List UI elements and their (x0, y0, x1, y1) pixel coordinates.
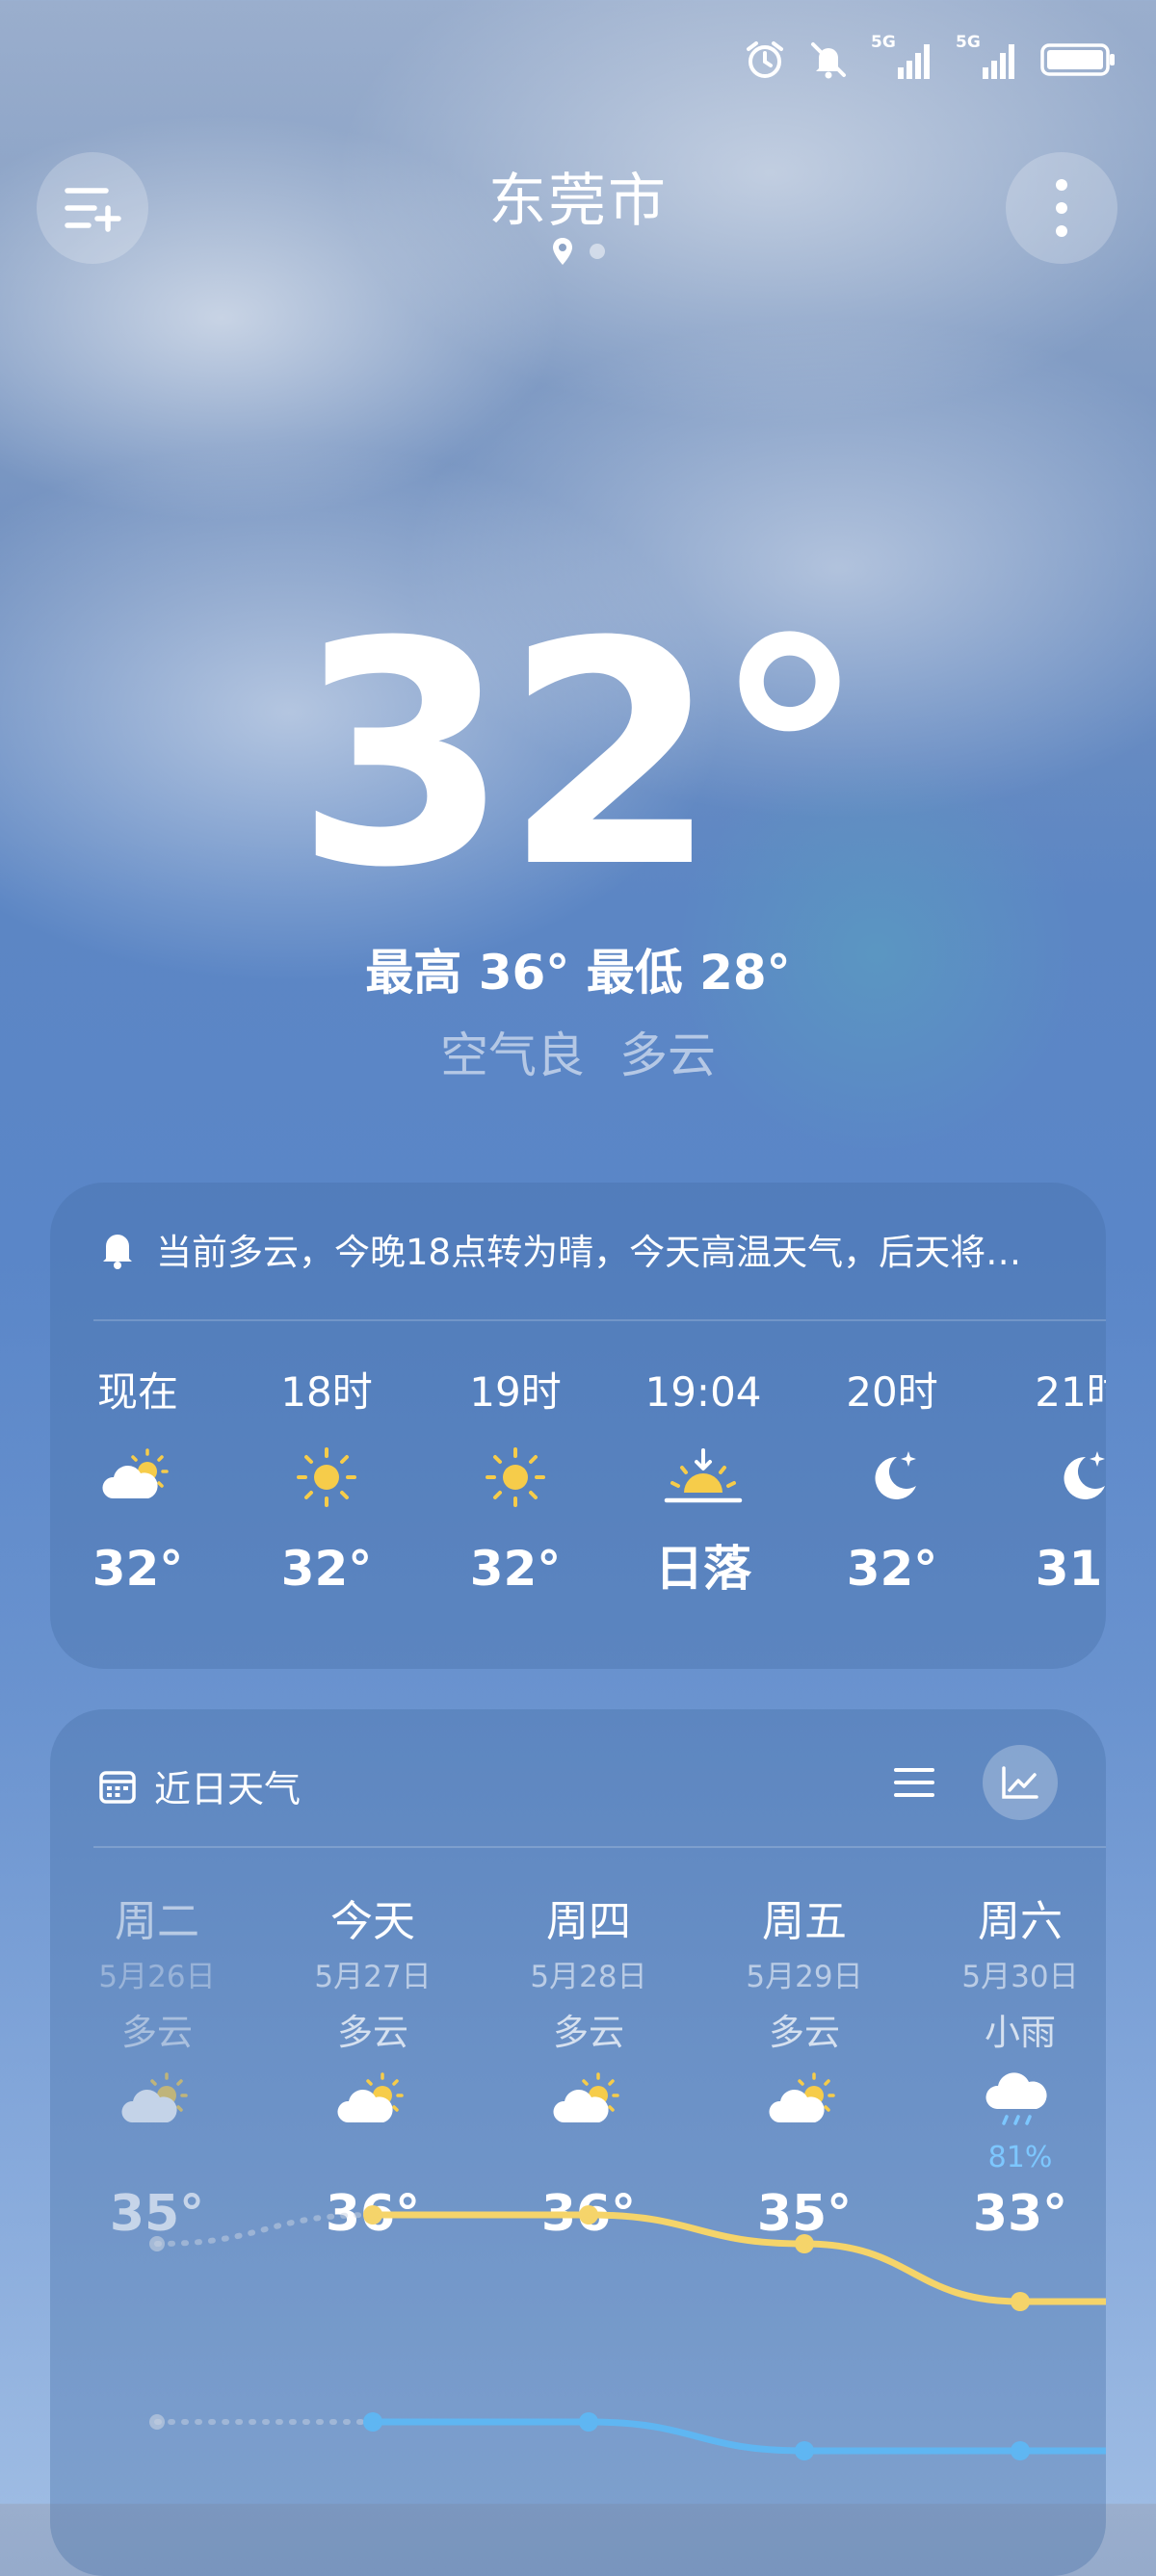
low-temp-curve-line (369, 2418, 1106, 2455)
divider (93, 1319, 1106, 1321)
partly-cloudy-icon (102, 1448, 169, 1498)
city-name[interactable]: 东莞市 (0, 154, 1156, 238)
high-temp-curve-point (149, 2236, 165, 2251)
hour-label: 19:04 (644, 1368, 762, 1416)
alert-text: 当前多云，今晚18点转为晴，今天高温天气，后天将… (156, 1232, 1022, 1273)
low-temp-curve-point (795, 2441, 814, 2460)
moon-icon (1064, 1451, 1105, 1499)
hourly-forecast-card: 当前多云，今晚18点转为晴，今天高温天气，后天将… 现在 32° 18时 32°… (50, 1183, 1106, 1669)
mute-bell-icon (811, 42, 846, 79)
hour-label: 21时 (1035, 1368, 1106, 1416)
low-temp-curve-point (579, 2412, 598, 2432)
sun-icon (486, 1447, 545, 1507)
hour-temperature: 32° (280, 1541, 373, 1597)
high-low-temperature: 最高 36° 最低 28° (365, 945, 791, 1001)
signal-5g-icon-2: 5G (956, 33, 1019, 81)
low-temp-curve-point (149, 2414, 165, 2430)
high-temp-curve-line (369, 2211, 1106, 2305)
hour-temperature: 32° (469, 1541, 562, 1597)
bell-icon (103, 1235, 132, 1269)
hour-temperature: 32° (92, 1541, 184, 1597)
hour-temperature: 31° (1035, 1541, 1106, 1597)
daily-forecast-card: 近日天气 周二 5月26日 多云 35° 今天 5月27日 多云 36° 周四 … (50, 1709, 1106, 2576)
hour-label: 现在 (96, 1368, 178, 1416)
location-pin-icon (553, 238, 572, 265)
status-bar: 5G 5G (744, 33, 1117, 81)
page-indicator (0, 237, 1156, 266)
low-temp-curve-point (1011, 2441, 1030, 2460)
high-temp-curve-point (579, 2205, 598, 2225)
sunset-icon (664, 1448, 743, 1503)
signal-5g-icon: 5G (871, 33, 934, 81)
high-temp-curve-point (1011, 2292, 1030, 2311)
air-quality-condition[interactable]: 空气良 多云 (0, 1017, 1156, 1086)
sun-icon (297, 1447, 356, 1507)
hour-item[interactable]: 20时 32° (815, 1366, 969, 1602)
page-dot (590, 244, 605, 259)
hour-item[interactable]: 21时 31° (1004, 1366, 1106, 1602)
low-temp-curve-point (363, 2412, 382, 2432)
hour-label: 18时 (280, 1368, 373, 1416)
hour-label: 20时 (846, 1368, 938, 1416)
hour-item[interactable]: 18时 32° (250, 1366, 404, 1602)
hour-item[interactable]: 19:04 日落 (626, 1366, 780, 1602)
high-temp-curve-point (795, 2234, 814, 2253)
hour-temperature: 32° (846, 1541, 938, 1597)
battery-icon (1040, 43, 1115, 76)
hour-item[interactable]: 19时 32° (438, 1366, 592, 1602)
high-temp-curve-point (363, 2205, 382, 2225)
high-temp-curve-past-segment (154, 2212, 376, 2247)
alarm-icon (747, 41, 783, 78)
sunset-label: 日落 (655, 1541, 751, 1597)
temperature-curves (149, 2205, 1106, 2460)
weather-alert[interactable]: 当前多云，今晚18点转为晴，今天高温天气，后天将… (98, 1223, 1067, 1275)
current-temperature: 32° (295, 577, 866, 935)
hour-item[interactable]: 现在 32° (61, 1366, 215, 1602)
moon-icon (875, 1451, 916, 1499)
hour-label: 19时 (469, 1368, 562, 1416)
